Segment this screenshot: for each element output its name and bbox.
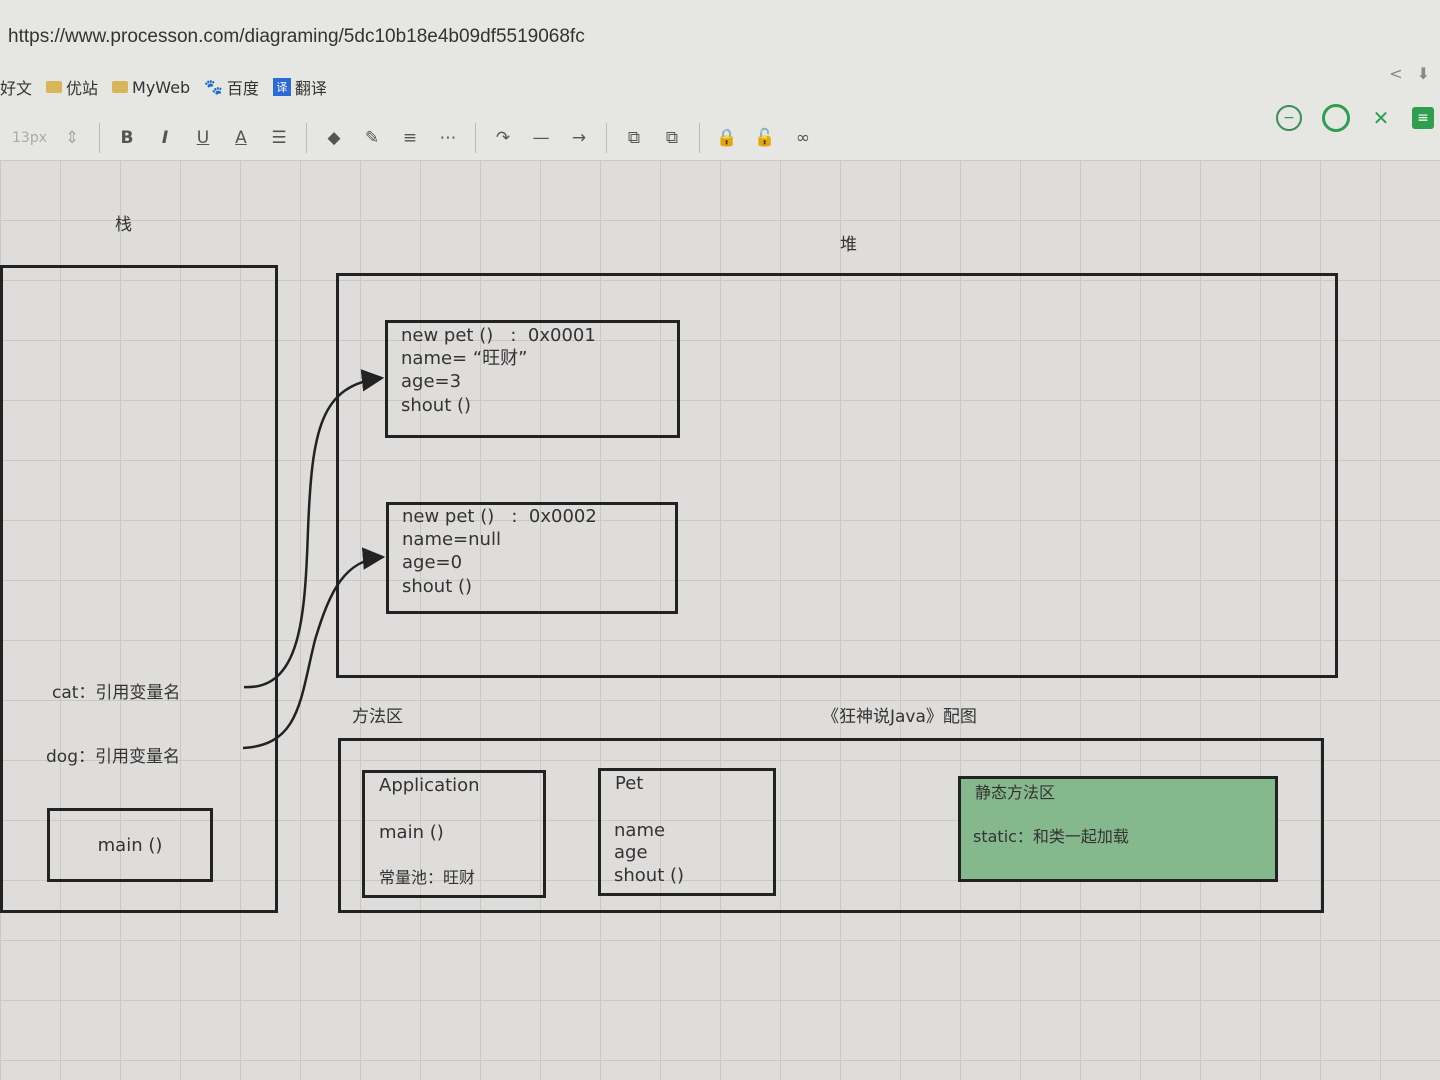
main-frame-box[interactable]: main () <box>47 808 213 882</box>
heap-title: 堆 <box>840 235 857 255</box>
class-line: Pet <box>615 773 644 794</box>
translate-icon: 译 <box>272 78 291 96</box>
share-icon[interactable]: < <box>1389 64 1402 83</box>
refresh-circle-icon[interactable] <box>1322 104 1350 132</box>
heap-object-0x0001[interactable]: new pet () : 0x0001 name= “旺财” age=3 sho… <box>385 320 680 438</box>
folder-icon <box>112 81 129 93</box>
address-bar[interactable]: https://www.processon.com/diagraming/5dc… <box>8 26 585 48</box>
object-line: name= “旺财” <box>401 348 528 369</box>
baidu-paw-icon: 🐾 <box>204 78 223 96</box>
bookmark-baidu[interactable]: 🐾 百度 <box>204 75 259 99</box>
minus-circle-icon[interactable]: − <box>1276 105 1302 131</box>
italic-button[interactable]: I <box>152 124 178 152</box>
diagram-caption: 《狂神说Java》配图 <box>822 707 977 727</box>
class-line: main () <box>379 822 444 843</box>
bring-front-icon[interactable]: ⧉ <box>621 124 647 152</box>
toolbar-separator <box>306 123 307 153</box>
object-line: shout () <box>402 576 473 597</box>
method-area-title: 方法区 <box>352 707 403 727</box>
bookmark-haowen[interactable]: 好文 <box>0 75 32 99</box>
class-line: name <box>614 820 666 841</box>
object-line: new pet () : 0x0001 <box>401 325 596 346</box>
line-style-icon[interactable]: ⋯ <box>435 124 461 152</box>
toolbar-separator <box>606 123 607 153</box>
application-class-box[interactable]: Application main () 常量池：旺财 <box>362 770 546 898</box>
bookmarks-bar: 好文 优站 MyWeb 🐾 百度 译翻译 <box>0 72 327 102</box>
download-icon[interactable]: ⬇ <box>1417 64 1430 83</box>
send-back-icon[interactable]: ⧉ <box>659 124 685 152</box>
static-method-area-box[interactable]: 静态方法区 static：和类一起加载 <box>958 776 1278 882</box>
main-frame-label: main () <box>97 834 163 856</box>
folder-icon <box>46 81 63 93</box>
object-line: age=0 <box>402 552 463 573</box>
object-line: age=3 <box>401 371 462 392</box>
align-icon[interactable]: ☰ <box>266 124 292 152</box>
static-area-text: static：和类一起加载 <box>973 827 1129 846</box>
class-line: Application <box>379 775 480 796</box>
toolbar-separator <box>99 123 100 153</box>
line-icon[interactable]: — <box>528 124 554 152</box>
bold-button[interactable]: B <box>114 124 140 152</box>
font-color-button[interactable]: A <box>228 124 254 152</box>
editor-toolbar: 13px ⇕ B I U A ☰ ◆ ✎ ≡ ⋯ ↷ — → ⧉ ⧉ 🔒 🔓 ∞ <box>0 118 900 158</box>
toolbar-separator <box>475 123 476 153</box>
font-size-select[interactable]: 13px <box>12 124 47 152</box>
dog-variable-label: dog：引用变量名 <box>46 747 180 767</box>
pet-class-box[interactable]: Pet name age shout () <box>598 768 776 896</box>
object-line: name=null <box>402 529 501 550</box>
toolbar-separator <box>699 123 700 153</box>
extension-icons: − ✕ ≡ <box>1276 104 1434 132</box>
arrow-icon[interactable]: → <box>566 124 592 152</box>
browser-actions: < ⬇ <box>1389 64 1430 83</box>
stack-title: 栈 <box>115 215 132 235</box>
heap-object-0x0002[interactable]: new pet () : 0x0002 name=null age=0 shou… <box>386 502 678 614</box>
bookmark-translate[interactable]: 译翻译 <box>272 75 327 99</box>
bookmark-youzhan[interactable]: 优站 <box>46 75 98 99</box>
unlock-icon[interactable]: 🔓 <box>752 124 778 152</box>
bookmark-myweb[interactable]: MyWeb <box>112 78 190 97</box>
line-weight-icon[interactable]: ≡ <box>397 124 423 152</box>
object-line: new pet () : 0x0002 <box>402 506 597 527</box>
connector-curve-icon[interactable]: ↷ <box>490 124 516 152</box>
cat-variable-label: cat：引用变量名 <box>52 683 181 703</box>
link-icon[interactable]: ∞ <box>790 124 816 152</box>
object-line: shout () <box>401 395 472 416</box>
class-line: shout () <box>614 865 685 886</box>
underline-button[interactable]: U <box>190 124 216 152</box>
fill-bucket-icon[interactable]: ◆ <box>321 124 347 152</box>
scissors-icon[interactable]: ✕ <box>1370 106 1392 130</box>
stepper-icon[interactable]: ⇕ <box>59 124 85 152</box>
class-line: age <box>614 842 648 863</box>
extension-icon[interactable]: ≡ <box>1412 107 1434 129</box>
lock-icon[interactable]: 🔒 <box>714 124 740 152</box>
static-area-title: 静态方法区 <box>975 783 1056 802</box>
class-line: 常量池：旺财 <box>379 868 476 887</box>
pen-icon[interactable]: ✎ <box>359 124 385 152</box>
